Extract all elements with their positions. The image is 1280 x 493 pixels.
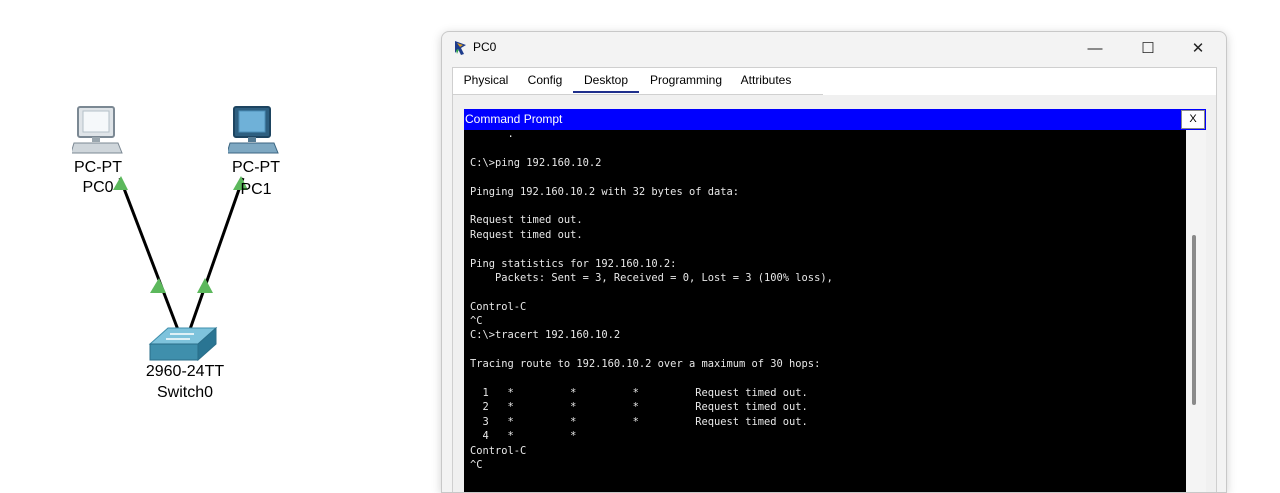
maximize-icon[interactable]: ☐ [1125,32,1171,64]
terminal-line: . [470,130,514,140]
pc0-icon[interactable] [72,105,124,155]
terminal-line: ^C [470,458,483,471]
packet-tracer-app-icon [455,41,466,55]
terminal-line: 3 * * * Request timed out. [470,415,808,428]
terminal-line: Packets: Sent = 3, Received = 0, Lost = … [470,271,833,284]
window-title: PC0 [473,40,497,54]
desktop-area: Command Prompt X . C:\>ping 192.160.10.2 P… [453,95,1216,492]
terminal-line: 1 * * * Request timed out. [470,387,808,400]
window-title-bar[interactable]: PC0 — ☐ ✕ [442,32,1226,64]
pc1-type-label: PC-PT [232,159,280,176]
pc0-device-window: PC0 — ☐ ✕ Physical Config Desktop Progra… [441,31,1227,493]
switch0-icon[interactable] [148,326,218,362]
terminal-line: Request timed out. [470,214,583,227]
command-prompt-close-button[interactable]: X [1181,110,1205,129]
terminal-line: Tracing route to 192.160.10.2 over a max… [470,358,821,371]
scrollbar-thumb[interactable] [1192,235,1196,405]
pc1-name-label: PC1 [240,181,272,198]
tab-physical[interactable]: Physical [461,68,511,93]
terminal-output: . C:\>ping 192.160.10.2 Pinging 192.160.10… [470,130,833,472]
terminal-line: 4 * * [470,430,577,443]
command-prompt-title: Command Prompt [465,112,563,126]
pc0-name-label: PC0 [82,179,114,196]
device-tabs: Physical Config Desktop Programming Attr… [453,68,823,95]
terminal-line: Request timed out. [470,228,583,241]
terminal-line: Pinging 192.160.10.2 with 32 bytes of da… [470,185,739,198]
tab-config[interactable]: Config [525,68,565,93]
close-icon[interactable]: ✕ [1175,32,1221,64]
terminal-line: 2 * * * Request timed out. [470,401,808,414]
switch0-type-label: 2960-24TT [145,363,225,380]
command-prompt-terminal[interactable]: . C:\>ping 192.160.10.2 Pinging 192.160.10… [464,130,1186,492]
terminal-line: Ping statistics for 192.160.10.2: [470,257,677,270]
pc1-icon[interactable] [228,105,280,155]
terminal-line: Control-C [470,444,527,457]
tab-attributes[interactable]: Attributes [735,68,797,93]
command-prompt-title-bar: Command Prompt X [464,109,1206,130]
minimize-icon[interactable]: — [1072,32,1118,64]
terminal-line: ^C [470,315,483,328]
device-config-panel: Physical Config Desktop Programming Attr… [452,67,1217,492]
link-status-indicator [197,278,213,293]
topology-canvas[interactable]: PC-PT PC0 PC-PT PC1 2960-24TT Switch0 [0,0,420,469]
tab-programming[interactable]: Programming [647,68,725,93]
link-status-indicator [150,278,166,293]
terminal-scrollbar[interactable] [1186,130,1206,492]
terminal-line: C:\>ping 192.160.10.2 [470,156,602,169]
link-pc0-switch0[interactable] [118,177,182,336]
link-pc1-switch0[interactable] [186,177,245,336]
pc0-type-label: PC-PT [74,159,122,176]
tab-desktop[interactable]: Desktop [573,68,639,93]
switch0-name-label: Switch0 [156,384,214,401]
terminal-line: C:\>tracert 192.160.10.2 [470,329,621,342]
terminal-line: Control-C [470,300,527,313]
